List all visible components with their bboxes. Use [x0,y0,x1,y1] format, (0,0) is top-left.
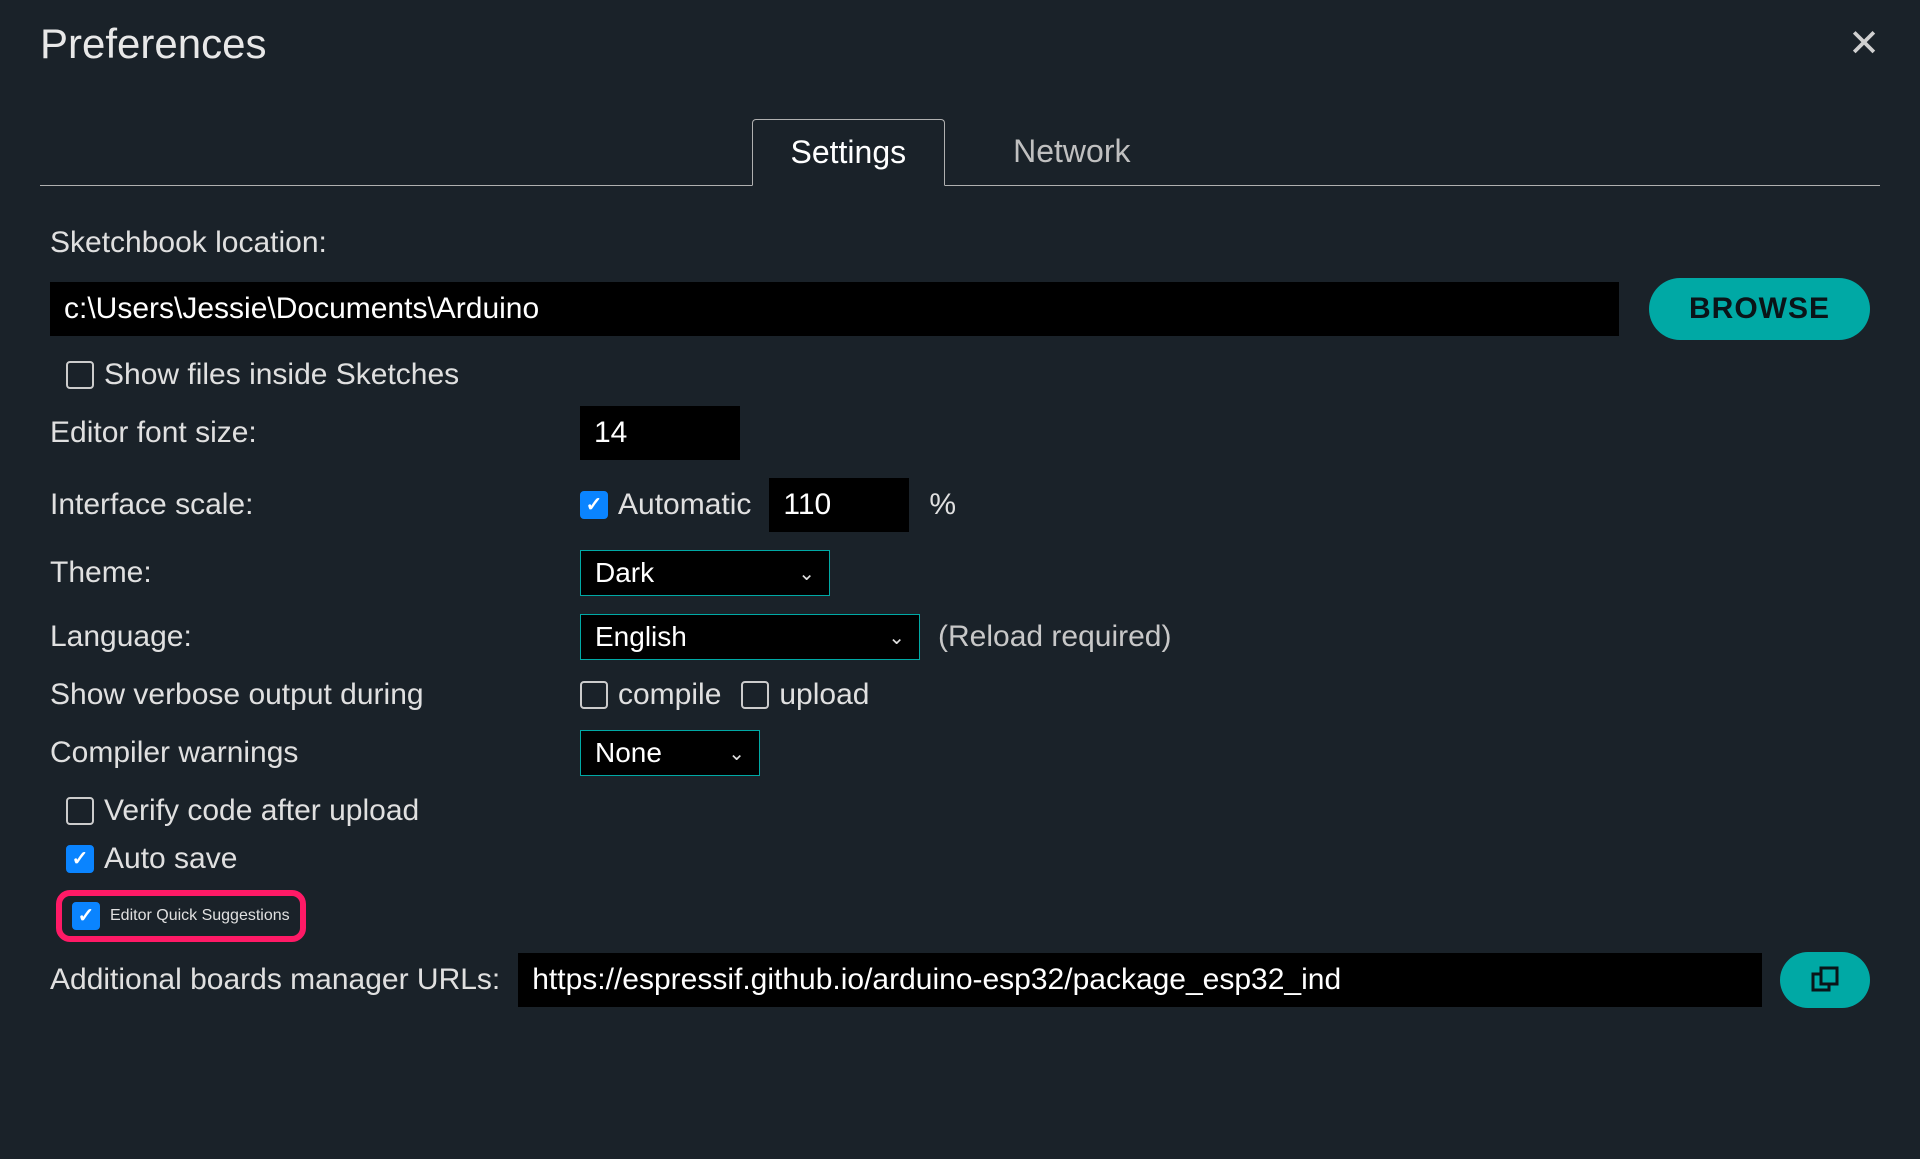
interface-scale-label: Interface scale: [50,488,580,522]
interface-scale-input[interactable] [769,478,909,532]
chevron-down-icon: ⌄ [888,625,905,650]
language-label: Language: [50,620,580,654]
theme-row: Theme: Dark ⌄ [50,550,1870,596]
show-files-checkbox[interactable] [66,361,94,389]
theme-label: Theme: [50,556,580,590]
compile-label: compile [618,678,721,712]
quick-suggestions-highlight: Editor Quick Suggestions [56,890,306,942]
chevron-down-icon: ⌄ [728,741,745,766]
autosave-label: Auto save [104,842,237,876]
sketchbook-input-row: BROWSE [50,278,1870,340]
dialog-title: Preferences [40,20,266,68]
sketchbook-label-row: Sketchbook location: [50,226,1870,260]
theme-select[interactable]: Dark ⌄ [580,550,830,596]
boards-url-label: Additional boards manager URLs: [50,963,500,997]
verbose-label: Show verbose output during [50,678,580,712]
verbose-row: Show verbose output during compile uploa… [50,678,1870,712]
verify-label: Verify code after upload [104,794,419,828]
dialog-header: Preferences ✕ [40,20,1880,68]
tab-network[interactable]: Network [975,119,1168,186]
autosave-checkbox[interactable] [66,845,94,873]
preferences-dialog: Preferences ✕ Settings Network Sketchboo… [0,0,1920,1048]
font-size-row: Editor font size: [50,406,1870,460]
compiler-warnings-label: Compiler warnings [50,736,580,770]
language-row: Language: English ⌄ (Reload required) [50,614,1870,660]
quick-suggestions-checkbox[interactable] [72,902,100,930]
show-files-row: Show files inside Sketches [50,358,1870,392]
browse-button[interactable]: BROWSE [1649,278,1870,340]
font-size-input[interactable] [580,406,740,460]
language-value: English [595,621,687,653]
show-files-label: Show files inside Sketches [104,358,459,392]
compiler-warnings-select[interactable]: None ⌄ [580,730,760,776]
upload-label: upload [779,678,869,712]
verbose-group: compile upload [580,678,869,712]
quick-suggestions-label: Editor Quick Suggestions [110,907,290,925]
tabs: Settings Network [40,118,1880,186]
language-select[interactable]: English ⌄ [580,614,920,660]
chevron-down-icon: ⌄ [798,561,815,586]
compile-checkbox[interactable] [580,681,608,709]
upload-checkbox[interactable] [741,681,769,709]
interface-scale-row: Interface scale: Automatic % [50,478,1870,532]
boards-url-row: Additional boards manager URLs: [50,952,1870,1008]
autosave-row: Auto save [50,842,1870,876]
settings-panel: Sketchbook location: BROWSE Show files i… [40,226,1880,1008]
font-size-label: Editor font size: [50,416,580,450]
boards-url-input[interactable] [518,953,1762,1007]
percent-label: % [929,488,956,522]
compiler-warnings-row: Compiler warnings None ⌄ [50,730,1870,776]
compiler-warnings-value: None [595,737,662,769]
automatic-checkbox[interactable] [580,491,608,519]
interface-scale-group: Automatic % [580,478,956,532]
new-window-icon [1809,964,1841,996]
close-icon[interactable]: ✕ [1848,25,1880,63]
tab-settings[interactable]: Settings [752,119,946,186]
verify-checkbox[interactable] [66,797,94,825]
sketchbook-label: Sketchbook location: [50,226,327,260]
automatic-label: Automatic [618,488,751,522]
expand-urls-button[interactable] [1780,952,1870,1008]
reload-hint: (Reload required) [938,620,1171,654]
verify-row: Verify code after upload [50,794,1870,828]
theme-value: Dark [595,557,654,589]
sketchbook-input[interactable] [50,282,1619,336]
